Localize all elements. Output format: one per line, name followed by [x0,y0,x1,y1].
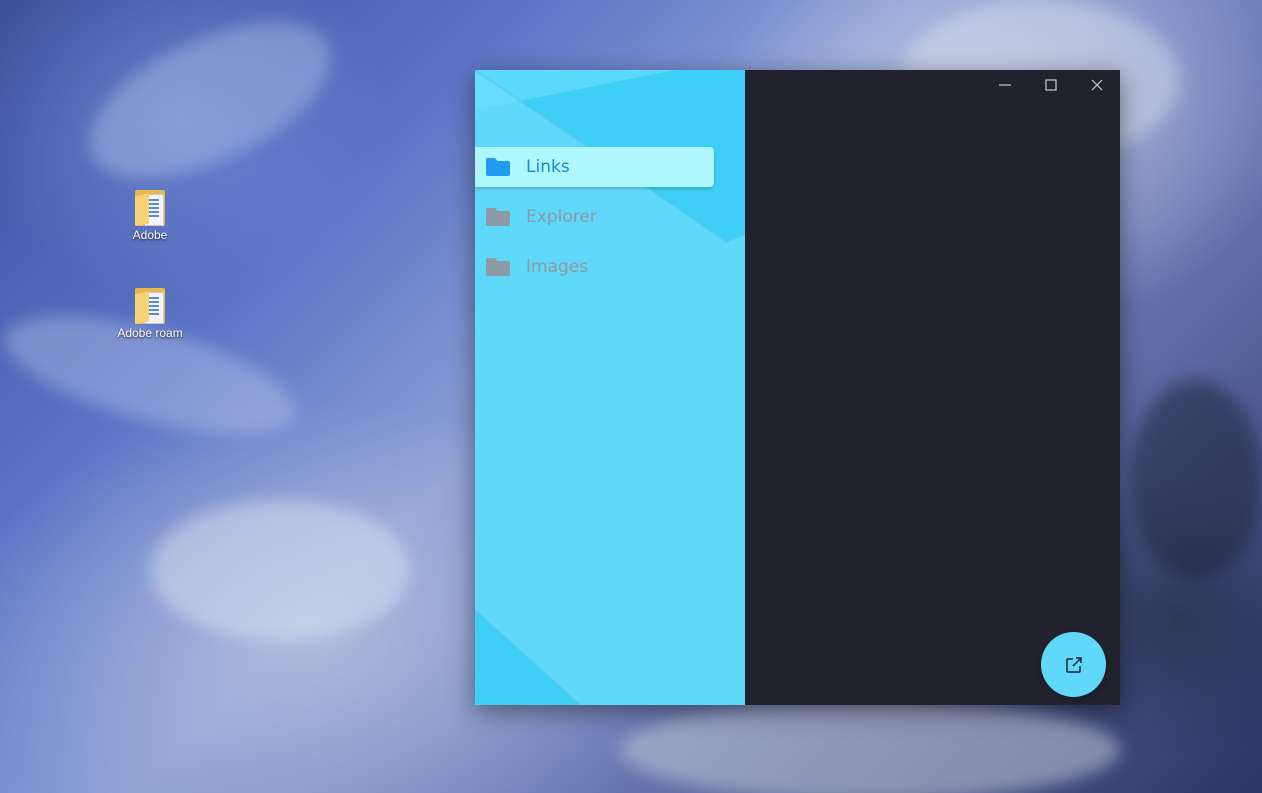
sidebar-item-label: Explorer [526,207,597,227]
open-external-icon [1065,656,1082,673]
desktop: Adobe Adobe roam Links Explorer Images [0,0,1262,793]
content-pane [745,70,1120,705]
wallpaper-smoke [66,0,354,210]
desktop-icon-label: Adobe [132,228,168,242]
sidebar-item-links[interactable]: Links [475,147,714,187]
folder-icon [486,258,510,276]
sidebar: Links Explorer Images [475,70,745,705]
folder-icon [486,208,510,226]
sidebar-item-label: Images [526,257,589,277]
sidebar-item-images[interactable]: Images [475,247,745,287]
desktop-icon-label: Adobe roam [117,326,183,340]
folder-icon [486,158,510,176]
close-button[interactable] [1074,70,1120,100]
close-icon [1091,79,1103,91]
wallpaper-smoke [150,500,410,640]
folder-icon [135,186,165,226]
folder-icon [135,284,165,324]
maximize-button[interactable] [1028,70,1074,100]
minimize-button[interactable] [982,70,1028,100]
sidebar-nav: Links Explorer Images [475,147,745,297]
minimize-icon [999,84,1011,86]
app-window: Links Explorer Images [475,70,1120,705]
maximize-icon [1045,79,1057,91]
open-external-button[interactable] [1041,632,1106,697]
desktop-icon-adobe[interactable]: Adobe [105,186,195,242]
sidebar-item-label: Links [526,157,570,177]
desktop-icon-adobe-roam[interactable]: Adobe roam [105,284,195,340]
sidebar-decoration [475,610,581,705]
sidebar-item-explorer[interactable]: Explorer [475,197,745,237]
wallpaper-smoke [620,700,1120,793]
wallpaper-shadow [1130,380,1262,580]
